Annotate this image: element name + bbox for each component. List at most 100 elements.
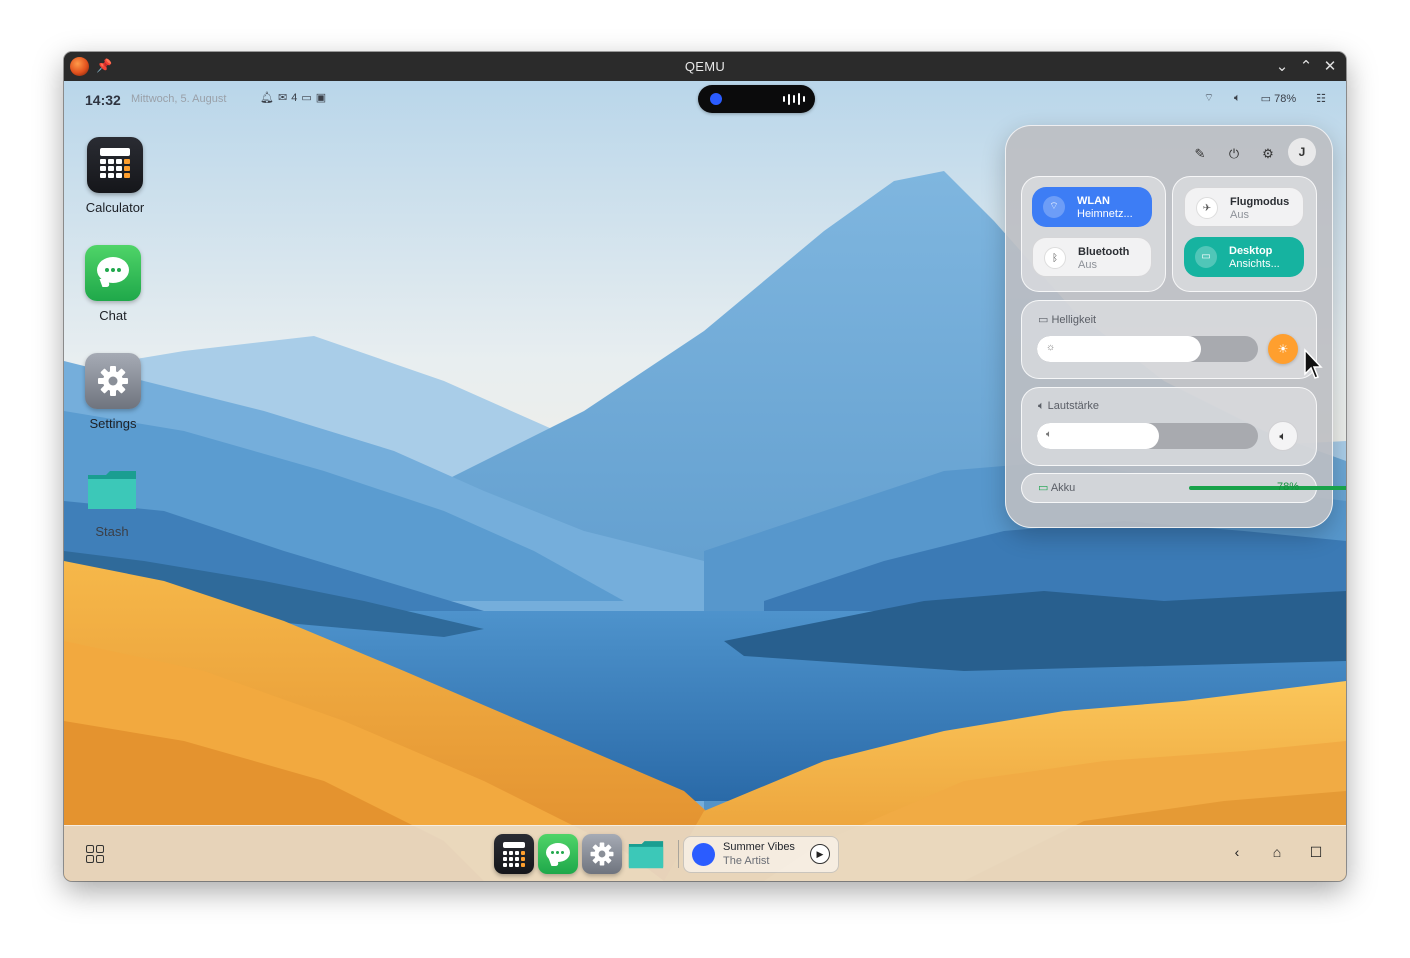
play-icon: ▶ [816,849,824,859]
dock-folder-icon[interactable] [626,834,666,874]
speaker-icon: 🔈︎ [1038,400,1048,412]
battery-percent: 78% [1277,481,1300,493]
battery-status[interactable]: ▭ 78% [1261,92,1296,105]
sun-small-icon: ☼ [1046,342,1056,353]
battery-label-text: Akku [1050,482,1076,494]
dock [494,834,687,874]
bluetooth-label: Bluetooth [1078,246,1130,258]
desktop-icon-calculator[interactable]: Calculator [65,137,165,215]
dock-settings-icon[interactable] [582,834,622,874]
taskbar: Summer Vibes The Artist ▶ ‹ ⌂ ☐ [64,825,1346,881]
battery-section: ▭ Akku 78% [1021,473,1346,503]
clock: 14:32 [85,92,121,108]
airplane-status: Aus [1230,209,1249,221]
dock-separator [678,840,679,868]
dock-chat-icon[interactable] [538,834,578,874]
notification-icons[interactable]: 🔔︎ ✉︎ 4 ▭ ▣ [260,91,326,105]
power-icon[interactable]: ⏻ [1222,142,1246,166]
status-bar: 14:32 Mittwoch, 5. August 🔔︎ ✉︎ 4 ▭ ▣ ⌔ … [64,81,1346,117]
desktop-mode-status: Ansichts... [1229,258,1280,270]
desktop-icon-settings[interactable]: Settings [64,353,163,431]
media-player[interactable]: Summer Vibes The Artist ▶ [683,836,839,873]
settings-gear-icon[interactable]: ⚙ [1256,142,1280,166]
folder-icon [84,461,140,517]
edit-icon[interactable]: ✎ [1188,142,1212,166]
modes-group: ✈︎ Flugmodus Aus ▭ Desktop Ansichts... [1172,176,1317,292]
volume-label-text: Lautstärke [1047,400,1100,412]
battery-level-bar [1189,486,1346,490]
brightness-slider-fill [1037,336,1201,362]
calculator-icon [87,137,143,193]
chevron-left-icon: ‹ [1234,844,1240,860]
sun-icon: ☀ [1277,342,1289,356]
song-title: Summer Vibes [723,841,795,853]
quick-settings-toggle-icon[interactable]: ☷ [1316,92,1326,105]
system-tray[interactable]: ⌔ 🔈︎ ▭ 78% ☷ [1204,91,1326,105]
desktop-icon-stash[interactable]: Stash [64,461,162,539]
wlan-status: Heimnetz... [1077,208,1133,220]
speaker-small-icon: 🔈︎ [1046,429,1052,440]
quick-settings-panel: ✎ ⏻ ⚙ J ⌔ WLAN Heimnetz... ᛒ Bluetooth A… [1005,125,1346,528]
dock-calculator-icon[interactable] [494,834,534,874]
back-button[interactable]: ‹ [1227,844,1247,860]
bluetooth-icon: ᛒ [1044,247,1066,269]
bluetooth-status: Aus [1078,259,1097,271]
battery-label: ▭ Akku [1038,481,1075,494]
brightness-label: ▭ Helligkeit [1038,313,1096,326]
brightness-slider[interactable]: ☼ [1037,336,1258,362]
app-grid-button[interactable] [86,845,104,863]
song-artist: The Artist [723,855,770,867]
desktop-icon-label: Calculator [85,200,145,215]
album-art [692,843,715,866]
maximize-button[interactable]: ⌃ [1294,52,1318,81]
audio-output-button[interactable]: 🔈︎ [1268,421,1298,451]
media-dot-icon [710,93,722,105]
bell-icon[interactable]: 🔔︎ [260,91,274,104]
monitor-icon: ▭ [1038,314,1052,326]
home-button[interactable]: ⌂ [1267,844,1287,860]
desktop-mode-toggle[interactable]: ▭ Desktop Ansichts... [1184,237,1304,277]
mail-count: 4 [291,91,298,104]
play-button[interactable]: ▶ [810,844,830,864]
airplane-toggle[interactable]: ✈︎ Flugmodus Aus [1184,187,1304,227]
connectivity-group: ⌔ WLAN Heimnetz... ᛒ Bluetooth Aus [1021,176,1166,292]
volume-slider-fill [1037,423,1159,449]
avatar[interactable]: J [1288,138,1316,166]
wifi-icon[interactable]: ⌔ [1204,91,1214,105]
volume-section: 🔈︎ Lautstärke 🔈︎ 🔈︎ [1021,387,1317,466]
speaker-icon: 🔈︎ [1279,429,1287,443]
desktop-icon-label: Settings [89,416,137,431]
close-button[interactable]: ✕ [1318,52,1342,81]
volume-slider[interactable]: 🔈︎ [1037,423,1258,449]
wlan-label: WLAN [1077,195,1110,207]
gear-icon [85,353,141,409]
mouse-cursor [1304,348,1323,379]
square-icon: ☐ [1309,844,1323,860]
home-icon: ⌂ [1272,844,1282,860]
window-titlebar[interactable]: 📌 QEMU ⌄ ⌃ ✕ [64,52,1346,81]
wlan-toggle[interactable]: ⌔ WLAN Heimnetz... [1032,187,1152,227]
desktop-icon-chat[interactable]: Chat [64,245,163,323]
message-icon[interactable]: ▭ [301,91,311,104]
calendar-icon[interactable]: ▣ [316,91,326,104]
volume-icon[interactable]: 🔈︎ [1234,92,1241,105]
guest-screen: 14:32 Mittwoch, 5. August 🔔︎ ✉︎ 4 ▭ ▣ ⌔ … [64,81,1346,881]
date-label: Mittwoch, 5. August [131,93,227,105]
desktop-icon-label: Chat [99,308,127,323]
monitor-icon: ▭ [1195,246,1217,268]
bluetooth-toggle[interactable]: ᛒ Bluetooth Aus [1032,237,1152,277]
dynamic-island[interactable] [698,85,815,113]
wifi-icon: ⌔ [1043,196,1065,218]
brightness-label-text: Helligkeit [1051,314,1097,326]
desktop-mode-label: Desktop [1229,245,1273,257]
airplane-icon: ✈︎ [1196,197,1218,219]
minimize-button[interactable]: ⌄ [1270,52,1294,81]
brightness-auto-button[interactable]: ☀ [1268,334,1298,364]
desktop-icon-label: Stash [95,524,129,539]
mail-icon[interactable]: ✉︎ [278,91,287,104]
chat-icon [85,245,141,301]
battery-percent: 78% [1274,92,1297,105]
recents-button[interactable]: ☐ [1306,844,1326,861]
airplane-label: Flugmodus [1230,196,1290,208]
window-title: QEMU [684,59,726,74]
